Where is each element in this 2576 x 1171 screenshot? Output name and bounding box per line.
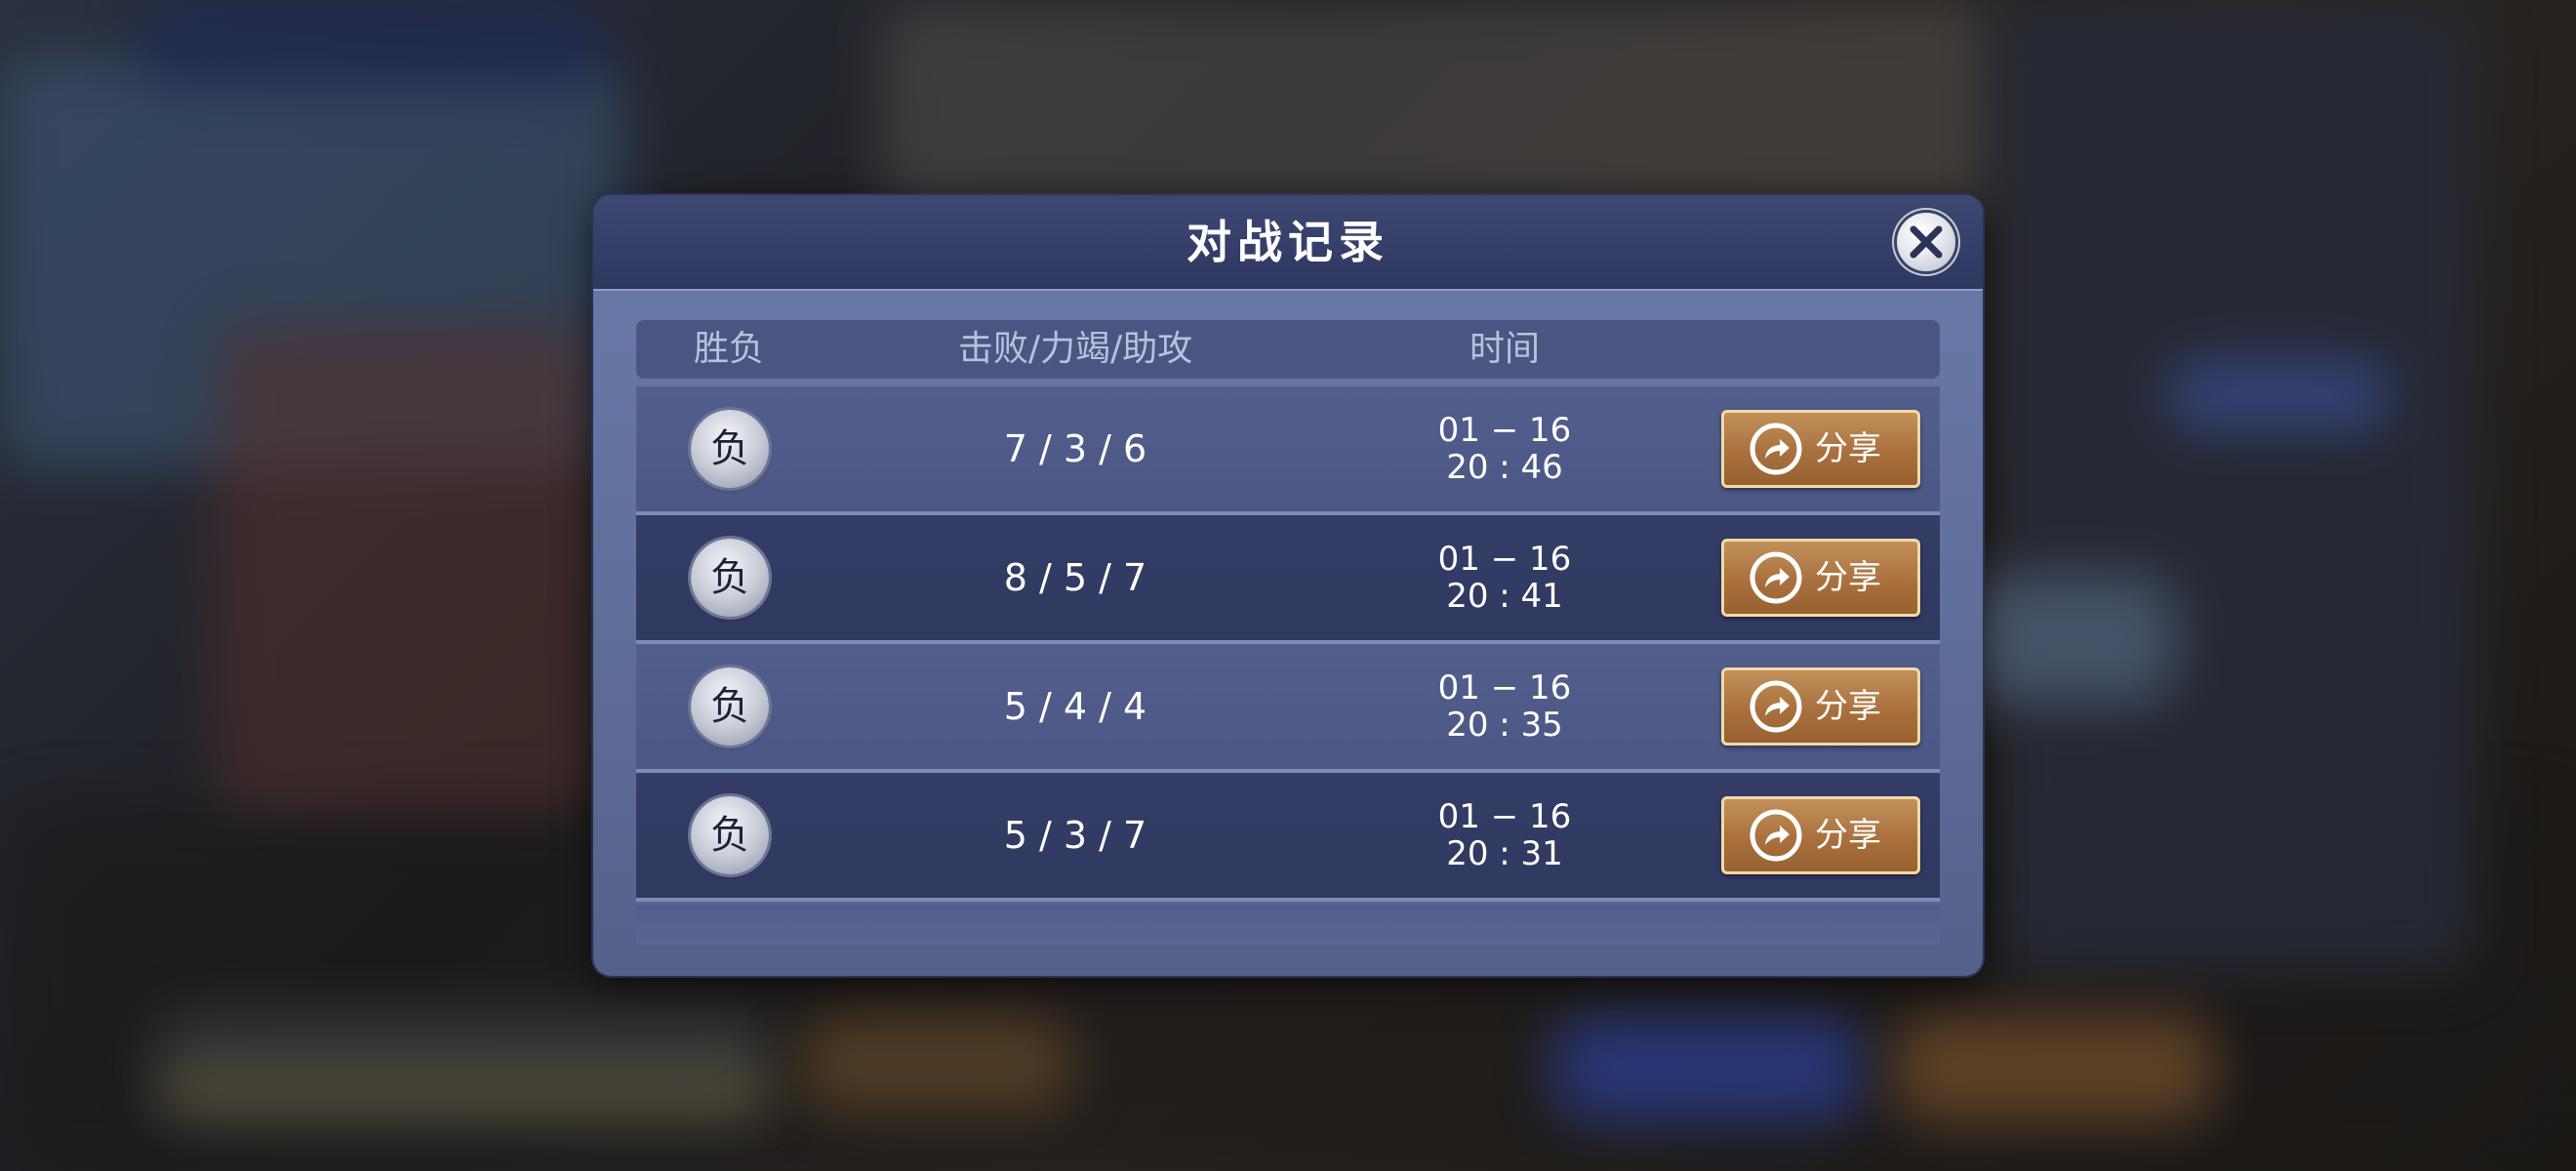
result-badge: 负 xyxy=(691,796,769,874)
share-label: 分享 xyxy=(1815,558,1881,597)
match-date: 01 − 16 xyxy=(1437,540,1572,579)
result-badge: 负 xyxy=(691,667,769,746)
column-time: 时间 xyxy=(1469,329,1540,369)
result-badge: 负 xyxy=(691,539,769,617)
share-button[interactable]: 分享 xyxy=(1721,796,1920,874)
record-list[interactable]: 胜负 击败/力竭/助攻 时间 负 7 / 3 / 6 01 − 16 20 : … xyxy=(636,320,1940,945)
share-button[interactable]: 分享 xyxy=(1721,410,1920,488)
battle-record-dialog: 对战记录 胜负 击败/力竭/助攻 时间 负 7 / 3 / 6 01 − 16 … xyxy=(593,195,1983,976)
share-label: 分享 xyxy=(1815,687,1881,726)
match-clock: 20 : 35 xyxy=(1446,706,1563,745)
kda-value: 5 / 4 / 4 xyxy=(1003,685,1147,728)
match-time: 01 − 16 20 : 41 xyxy=(1397,541,1612,615)
record-row-partial xyxy=(636,906,1940,945)
share-label: 分享 xyxy=(1815,816,1881,855)
kda-value: 5 / 3 / 7 xyxy=(1003,814,1147,857)
match-time: 01 − 16 20 : 46 xyxy=(1397,412,1612,486)
record-row: 负 8 / 5 / 7 01 − 16 20 : 41 分享 xyxy=(636,515,1940,644)
share-label: 分享 xyxy=(1815,429,1881,468)
column-header: 胜负 击败/力竭/助攻 时间 xyxy=(636,320,1940,379)
share-button[interactable]: 分享 xyxy=(1721,539,1920,617)
record-row: 负 7 / 3 / 6 01 − 16 20 : 46 分享 xyxy=(636,386,1940,515)
match-clock: 20 : 41 xyxy=(1446,577,1563,616)
share-arrow-icon xyxy=(1750,809,1802,862)
share-arrow-icon xyxy=(1750,423,1802,475)
dialog-header: 对战记录 xyxy=(593,195,1983,291)
match-clock: 20 : 46 xyxy=(1446,448,1563,487)
record-row: 负 5 / 3 / 7 01 − 16 20 : 31 分享 xyxy=(636,773,1940,902)
match-time: 01 − 16 20 : 35 xyxy=(1397,669,1612,744)
share-button[interactable]: 分享 xyxy=(1721,667,1920,746)
match-clock: 20 : 31 xyxy=(1446,834,1563,873)
result-badge: 负 xyxy=(691,410,769,488)
close-button[interactable] xyxy=(1897,213,1955,271)
share-arrow-icon xyxy=(1750,680,1802,733)
match-time: 01 − 16 20 : 31 xyxy=(1397,798,1612,872)
column-result: 胜负 xyxy=(693,329,764,369)
kda-value: 8 / 5 / 7 xyxy=(1003,556,1147,599)
dialog-title: 对战记录 xyxy=(1187,216,1389,268)
column-kda: 击败/力竭/助攻 xyxy=(957,329,1193,369)
match-date: 01 − 16 xyxy=(1437,411,1572,450)
record-row: 负 5 / 4 / 4 01 − 16 20 : 35 分享 xyxy=(636,644,1940,773)
share-arrow-icon xyxy=(1750,551,1802,604)
match-date: 01 − 16 xyxy=(1437,797,1572,836)
close-x-icon xyxy=(1910,225,1943,259)
match-date: 01 − 16 xyxy=(1437,668,1572,707)
kda-value: 7 / 3 / 6 xyxy=(1003,427,1147,470)
